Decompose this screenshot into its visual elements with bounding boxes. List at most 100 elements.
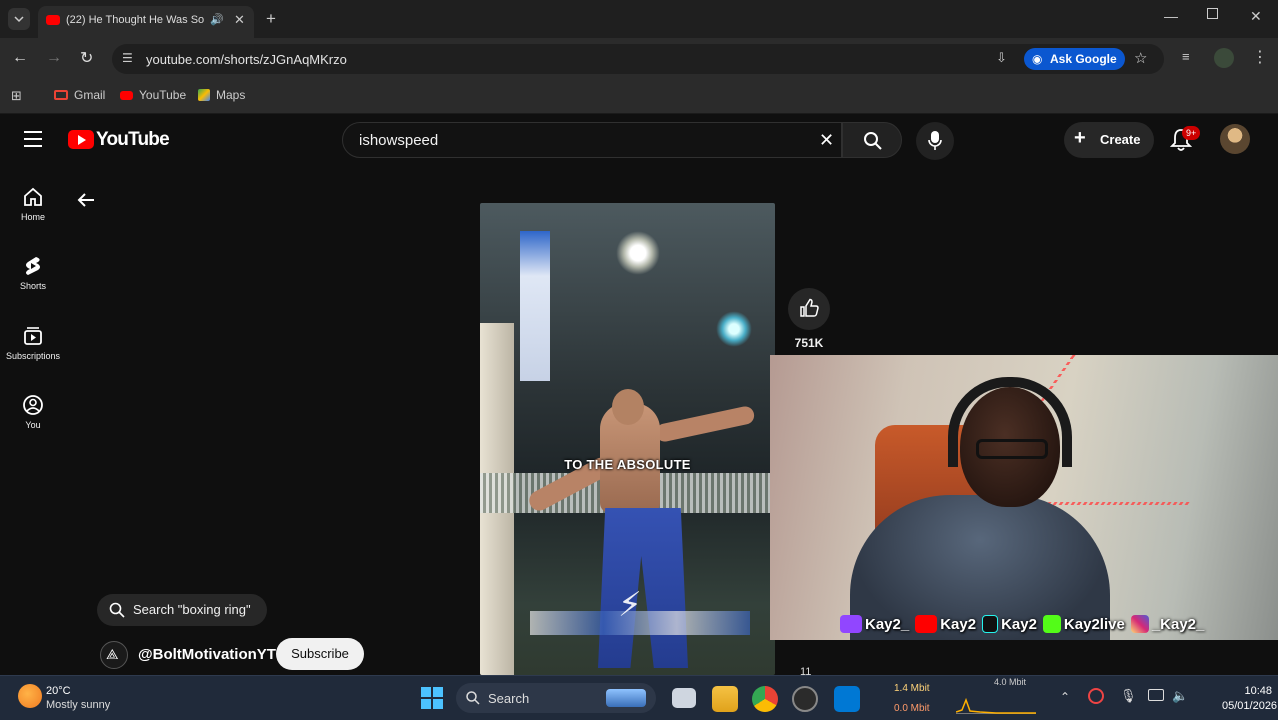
media-controls-icon[interactable]: ≡ bbox=[1182, 49, 1190, 64]
site-info-icon[interactable]: ☰ bbox=[122, 51, 133, 65]
arena-light bbox=[616, 231, 660, 275]
create-button[interactable]: + Create bbox=[1064, 122, 1154, 158]
weather-sun-icon[interactable] bbox=[18, 684, 42, 708]
avatar[interactable] bbox=[1220, 124, 1250, 154]
address-bar[interactable]: ☰ youtube.com/shorts/zJGnAqMKrzo ⇩ ◉ Ask… bbox=[112, 44, 1164, 74]
network-graph bbox=[955, 690, 1036, 714]
display-icon[interactable] bbox=[1148, 689, 1164, 701]
youtube-logo-icon[interactable] bbox=[68, 130, 94, 149]
channel-name[interactable]: @BoltMotivationYT bbox=[138, 646, 276, 663]
close-window-icon[interactable]: ✕ bbox=[1250, 8, 1262, 25]
profile-icon[interactable] bbox=[1214, 48, 1234, 68]
gmail-icon bbox=[54, 90, 68, 100]
thumbs-up-icon bbox=[800, 298, 819, 317]
task-view-icon[interactable] bbox=[672, 688, 696, 708]
more-menu-icon[interactable]: ⋮ bbox=[1252, 47, 1268, 67]
minimize-icon[interactable]: — bbox=[1164, 8, 1178, 24]
social-handle: Kay2 bbox=[940, 615, 977, 633]
maps-icon bbox=[198, 89, 210, 101]
search-input-value: ishowspeed bbox=[359, 132, 439, 149]
search-button[interactable] bbox=[842, 122, 902, 158]
fighter-pants bbox=[598, 508, 688, 668]
search-icon bbox=[109, 602, 125, 618]
sidebar-item-label: Shorts bbox=[19, 281, 46, 291]
sidebar-item-subscriptions[interactable]: Subscriptions bbox=[0, 325, 66, 361]
apps-grid-icon[interactable]: ⊞ bbox=[11, 88, 22, 104]
chevron-up-icon[interactable]: ⌃ bbox=[1060, 690, 1070, 704]
sync-icon[interactable] bbox=[1088, 688, 1104, 704]
forward-icon[interactable]: → bbox=[46, 49, 62, 67]
tab-search-dropdown[interactable] bbox=[8, 8, 30, 30]
maximize-icon[interactable] bbox=[1207, 8, 1218, 19]
hamburger-menu-icon[interactable] bbox=[24, 131, 42, 147]
file-explorer-icon[interactable] bbox=[712, 686, 738, 712]
speaker-icon[interactable]: 🔊 bbox=[210, 13, 224, 26]
back-arrow-icon[interactable] bbox=[74, 188, 98, 212]
social-handle: Kay2 bbox=[1001, 615, 1037, 633]
reload-icon[interactable]: ↻ bbox=[80, 48, 93, 68]
lens-icon: ◉ bbox=[1032, 52, 1043, 66]
tab-title: (22) He Thought He Was So bbox=[66, 14, 205, 26]
chrome-icon[interactable] bbox=[752, 686, 778, 712]
subscriptions-icon bbox=[24, 327, 42, 345]
bookmark-star-icon[interactable]: ☆ bbox=[1134, 49, 1147, 67]
vscode-icon[interactable] bbox=[834, 686, 860, 712]
browser-tab-active[interactable]: (22) He Thought He Was So 🔊 ✕ bbox=[38, 6, 254, 38]
like-button[interactable] bbox=[788, 288, 830, 330]
bookmark-youtube[interactable]: YouTube bbox=[120, 88, 186, 102]
home-icon bbox=[24, 187, 42, 206]
sidebar-item-you[interactable]: You bbox=[0, 394, 66, 430]
back-icon[interactable]: ← bbox=[12, 49, 28, 67]
search-input[interactable]: ishowspeed ✕ bbox=[342, 122, 842, 158]
taskbar-search[interactable]: Search bbox=[456, 683, 656, 713]
bookmark-label: Gmail bbox=[74, 88, 106, 102]
youtube-logo-text[interactable]: YouTube bbox=[96, 129, 170, 151]
arena-banner bbox=[520, 231, 550, 381]
youtube-icon bbox=[120, 90, 133, 100]
sidebar-item-label: You bbox=[25, 420, 41, 430]
bookmark-label: YouTube bbox=[139, 88, 187, 102]
microphone-icon[interactable]: 🎙 bbox=[1120, 688, 1137, 704]
arena-light bbox=[716, 311, 752, 347]
social-tiktok: Kay2 bbox=[982, 615, 1037, 633]
volume-icon[interactable]: 🔈 bbox=[1172, 688, 1188, 704]
ask-google-button[interactable]: ◉ Ask Google bbox=[1024, 48, 1125, 70]
webcam-overlay: Kay2_ Kay2 Kay2 Kay2live _Kay2_ bbox=[770, 355, 1278, 640]
sidebar-item-home[interactable]: Home bbox=[0, 186, 66, 222]
url-text: youtube.com/shorts/zJGnAqMKrzo bbox=[146, 52, 347, 67]
clock-date: 05/01/2026 bbox=[1222, 700, 1278, 712]
net-download: 0.0 Mbit bbox=[894, 703, 930, 714]
browser-toolbar: ← → ↻ ☰ youtube.com/shorts/zJGnAqMKrzo ⇩… bbox=[0, 38, 1278, 80]
net-upload: 1.4 Mbit bbox=[894, 683, 930, 694]
youtube-icon bbox=[915, 615, 938, 633]
notification-badge: 9+ bbox=[1182, 126, 1201, 140]
search-icon bbox=[864, 132, 882, 150]
social-handles-bar: Kay2_ Kay2 Kay2 Kay2live _Kay2_ bbox=[840, 611, 1278, 637]
system-clock[interactable]: 10:48 05/01/2026 bbox=[1222, 684, 1278, 714]
voice-search-button[interactable] bbox=[916, 122, 954, 160]
weather-temperature[interactable]: 20°C bbox=[46, 685, 71, 697]
install-app-icon[interactable]: ⇩ bbox=[996, 50, 1007, 66]
bookmark-maps[interactable]: Maps bbox=[198, 88, 245, 102]
fighter-arm bbox=[654, 404, 756, 444]
search-suggestion-pill[interactable]: Search "boxing ring" bbox=[97, 594, 267, 626]
start-button[interactable] bbox=[420, 686, 444, 710]
bookmark-gmail[interactable]: Gmail bbox=[54, 88, 105, 102]
channel-avatar[interactable]: ⟁ bbox=[100, 641, 128, 669]
tab-close-icon[interactable]: ✕ bbox=[234, 12, 245, 28]
sidebar-item-shorts[interactable]: Shorts bbox=[0, 255, 66, 291]
like-count: 751K bbox=[794, 336, 824, 350]
kick-icon bbox=[1042, 615, 1061, 633]
social-youtube: Kay2 bbox=[915, 615, 976, 633]
fighter-head bbox=[612, 389, 644, 425]
search-suggestion-text: Search "boxing ring" bbox=[133, 602, 251, 617]
browser-tab-bar: (22) He Thought He Was So 🔊 ✕ + — ✕ bbox=[0, 0, 1278, 38]
social-instagram: _Kay2_ bbox=[1130, 615, 1204, 633]
obs-icon[interactable] bbox=[792, 686, 818, 712]
clear-search-icon[interactable]: ✕ bbox=[819, 130, 834, 151]
social-handle: Kay2_ bbox=[865, 615, 910, 633]
new-tab-icon[interactable]: + bbox=[266, 9, 276, 29]
weather-description[interactable]: Mostly sunny bbox=[46, 699, 110, 711]
subscribe-button[interactable]: Subscribe bbox=[276, 638, 364, 670]
short-video-player[interactable]: ⚡ TO THE ABSOLUTE bbox=[480, 203, 775, 675]
